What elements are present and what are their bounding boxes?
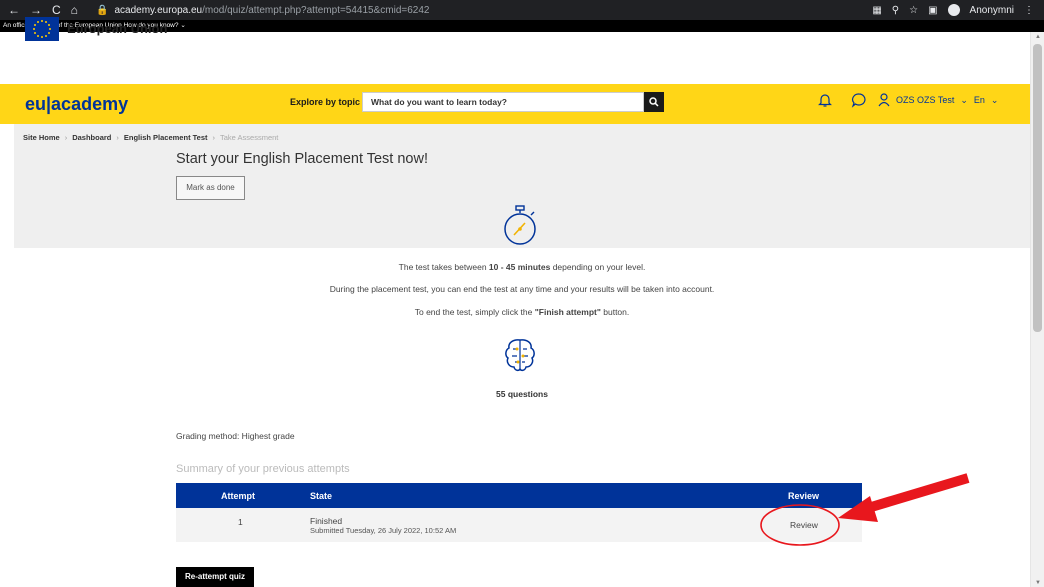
breadcrumb-course[interactable]: English Placement Test xyxy=(124,133,208,142)
attempts-table: Attempt State Review 1 Finished Submitte… xyxy=(176,483,862,542)
browser-nav: ← → C ⌂ xyxy=(0,3,80,17)
language-selector[interactable]: En xyxy=(974,95,985,105)
url-host: academy.europa.eu xyxy=(114,4,203,16)
forward-icon[interactable]: → xyxy=(30,3,42,17)
lock-icon: 🔒 xyxy=(96,4,109,16)
bookmark-star-icon[interactable]: ☆ xyxy=(909,5,918,16)
browser-toolbar: ← → C ⌂ 🔒 academy.europa.eu/mod/quiz/att… xyxy=(0,0,1044,20)
user-menu[interactable]: OZS OZS Test ⌄ En ⌄ xyxy=(878,93,998,107)
user-name: OZS OZS Test xyxy=(896,95,955,105)
header-review: Review xyxy=(788,491,820,501)
question-count: 55 questions xyxy=(496,389,548,399)
page-title: Start your English Placement Test now! xyxy=(176,151,428,167)
user-icon xyxy=(878,93,890,107)
browser-actions: ▦ ⚲ ☆ ▣ Anonymni ⋮ xyxy=(872,4,1044,16)
back-icon[interactable]: ← xyxy=(8,3,20,17)
attempt-state: Finished xyxy=(310,516,343,526)
sidepanel-icon[interactable]: ▣ xyxy=(928,5,937,16)
home-icon[interactable]: ⌂ xyxy=(71,3,78,17)
duration-info: The test takes between 10 - 45 minutes d… xyxy=(398,262,646,272)
scroll-up-icon[interactable]: ▲ xyxy=(1035,34,1041,40)
chevron-down-icon: ⌄ xyxy=(960,94,968,105)
attempt-submitted: Submitted Tuesday, 26 July 2022, 10:52 A… xyxy=(310,526,457,535)
summary-heading: Summary of your previous attempts xyxy=(176,463,350,475)
table-header: Attempt State Review xyxy=(176,483,862,508)
search-input[interactable]: What do you want to learn today? xyxy=(362,92,644,112)
header-attempt: Attempt xyxy=(221,491,255,501)
address-bar[interactable]: 🔒 academy.europa.eu/mod/quiz/attempt.php… xyxy=(96,5,429,16)
profile-label[interactable]: Anonymni xyxy=(970,5,1014,16)
bell-icon[interactable] xyxy=(818,92,832,112)
kebab-menu-icon[interactable]: ⋮ xyxy=(1024,5,1034,16)
url-path: /mod/quiz/attempt.php?attempt=54415&cmid… xyxy=(202,4,430,16)
brain-icon xyxy=(503,337,537,373)
breadcrumb-dashboard[interactable]: Dashboard xyxy=(72,133,111,142)
eu-header xyxy=(0,32,1030,84)
profile-avatar-icon[interactable] xyxy=(947,4,960,16)
explore-topic-dropdown[interactable]: Explore by topic ❯ xyxy=(290,97,370,108)
end-anytime-info: During the placement test, you can end t… xyxy=(329,284,715,294)
breadcrumb-current: Take Assessment xyxy=(220,133,279,142)
reload-icon[interactable]: C xyxy=(52,3,61,17)
header-state: State xyxy=(310,491,333,501)
scroll-down-icon[interactable]: ▼ xyxy=(1035,580,1041,586)
chat-icon[interactable] xyxy=(851,92,867,112)
eu-name[interactable]: European Union xyxy=(67,21,167,36)
search-button[interactable] xyxy=(644,92,664,112)
chevron-down-icon: ⌄ xyxy=(180,22,186,29)
review-link[interactable]: Review xyxy=(790,520,818,530)
eu-flag-logo[interactable] xyxy=(25,17,59,41)
translate-icon[interactable]: ▦ xyxy=(872,5,881,16)
breadcrumb-site-home[interactable]: Site Home xyxy=(23,133,60,142)
explore-label: Explore by topic xyxy=(290,97,361,107)
chevron-down-icon: ⌄ xyxy=(990,94,999,105)
table-row: 1 Finished Submitted Tuesday, 26 July 20… xyxy=(176,508,862,542)
site-logo[interactable]: eu|academy xyxy=(25,94,128,115)
attempt-number: 1 xyxy=(238,517,243,527)
grading-method: Grading method: Highest grade xyxy=(176,431,295,441)
zoom-icon[interactable]: ⚲ xyxy=(892,5,899,16)
finish-instruction: To end the test, simply click the "Finis… xyxy=(414,307,630,317)
reattempt-quiz-button[interactable]: Re-attempt quiz xyxy=(176,567,254,587)
mark-as-done-button[interactable]: Mark as done xyxy=(176,176,245,200)
breadcrumb: Site Home › Dashboard › English Placemen… xyxy=(23,133,279,142)
stopwatch-icon xyxy=(502,205,538,245)
search-icon xyxy=(649,97,659,107)
